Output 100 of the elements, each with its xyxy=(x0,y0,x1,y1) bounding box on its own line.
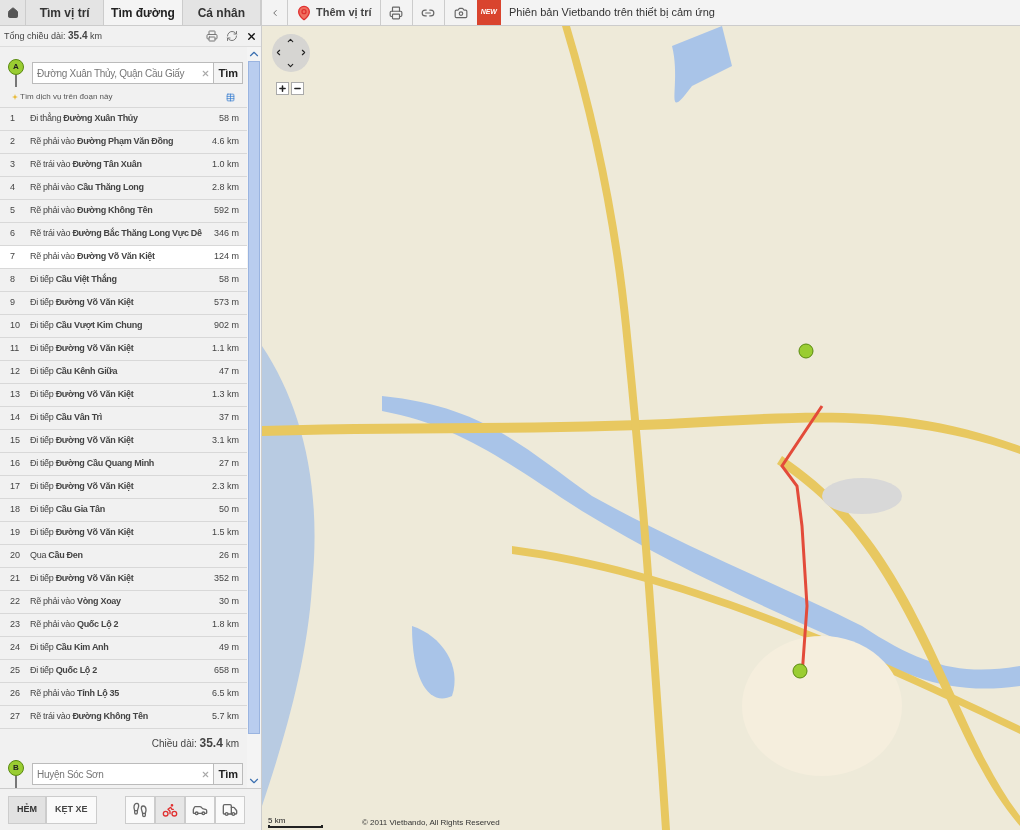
step-instruction: Rẽ phải vào Đường Không Tên xyxy=(29,204,154,218)
step-distance: 27 m xyxy=(218,457,240,471)
search-button[interactable]: Tìm xyxy=(214,62,243,84)
step-distance: 346 m xyxy=(213,227,240,241)
step-distance: 592 m xyxy=(213,204,240,218)
step-number: 2 xyxy=(9,135,16,149)
step-number: 20 xyxy=(9,549,21,563)
step-number: 15 xyxy=(9,434,21,448)
step-number: 3 xyxy=(9,158,16,172)
scale-label: 5 km xyxy=(268,816,286,825)
travel-mode-button[interactable] xyxy=(124,795,155,824)
step-number: 8 xyxy=(9,273,16,287)
step-instruction: Đi tiếp Đường Võ Văn Kiệt xyxy=(29,480,135,494)
step-instruction: Đi tiếp Đường Cầu Quang Minh xyxy=(29,457,156,471)
location-field[interactable]: Đường Xuân Thủy, Quận Cầu Giấy xyxy=(32,62,215,84)
step-number: 23 xyxy=(9,618,21,632)
zoom-out-button[interactable] xyxy=(291,82,304,95)
step-distance: 1.3 km xyxy=(211,388,240,402)
step-number: 16 xyxy=(9,457,21,471)
step-number: 24 xyxy=(9,641,21,655)
step-number: 7 xyxy=(9,250,16,264)
step-distance: 26 m xyxy=(218,549,240,563)
step-number: 6 xyxy=(9,227,16,241)
step-distance: 58 m xyxy=(218,273,240,287)
step-number: 26 xyxy=(9,687,21,701)
step-number: 19 xyxy=(9,526,21,540)
step-instruction: Rẽ phải vào Tỉnh Lộ 35 xyxy=(29,687,120,701)
step-number: 17 xyxy=(9,480,21,494)
step-instruction: Đi tiếp Đường Võ Văn Kiệt xyxy=(29,388,135,402)
route-length: Chiều dài: 35.4 km xyxy=(151,734,239,752)
step-distance: 5.7 km xyxy=(211,710,240,724)
step-distance: 1.8 km xyxy=(211,618,240,632)
add-location-button[interactable]: Thêm vị trí xyxy=(288,0,381,25)
total-length-label: Tổng chiều dài: 35.4 km xyxy=(4,29,103,44)
step-instruction: Đi tiếp Đường Võ Văn Kiệt xyxy=(29,526,135,540)
step-distance: 50 m xyxy=(218,503,240,517)
scale-bar xyxy=(268,825,323,828)
step-instruction: Rẽ phải vào Cầu Thăng Long xyxy=(29,181,145,195)
travel-mode-button[interactable] xyxy=(184,795,215,824)
zoom-in-button[interactable] xyxy=(276,82,289,95)
promo-link[interactable]: Phiên bản Vietbando trên thiết bị cảm ứng xyxy=(508,4,715,21)
step-instruction: Đi tiếp Đường Võ Văn Kiệt xyxy=(29,434,135,448)
service-link[interactable]: Tìm dịch vụ trên đoạn này xyxy=(20,91,113,103)
step-instruction: Đi tiếp Cầu Kênh Giữa xyxy=(29,365,119,379)
star-icon xyxy=(12,94,18,100)
step-number: 21 xyxy=(9,572,21,586)
step-distance: 3.1 km xyxy=(211,434,240,448)
step-instruction: Đi tiếp Đường Võ Văn Kiệt xyxy=(29,572,135,586)
step-number: 27 xyxy=(9,710,21,724)
step-distance: 573 m xyxy=(213,296,240,310)
step-distance: 1.1 km xyxy=(211,342,240,356)
step-number: 11 xyxy=(9,342,21,356)
step-distance: 58 m xyxy=(218,112,240,126)
step-instruction: Rẽ phải vào Đường Võ Văn Kiệt xyxy=(29,250,156,264)
print-icon[interactable] xyxy=(206,30,218,42)
step-number: 22 xyxy=(9,595,21,609)
refresh-icon[interactable] xyxy=(226,30,238,42)
travel-mode-button[interactable] xyxy=(154,795,185,824)
location-field[interactable]: Huyện Sóc Sơn xyxy=(32,763,215,785)
step-number: 1 xyxy=(9,112,16,126)
print-icon xyxy=(389,5,404,20)
step-distance: 658 m xyxy=(213,664,240,678)
step-number: 13 xyxy=(9,388,21,402)
step-instruction: Rẽ trái vào Đường Bắc Thăng Long Vực Dê xyxy=(29,227,203,241)
step-distance: 2.3 km xyxy=(211,480,240,494)
step-distance: 47 m xyxy=(218,365,240,379)
travel-mode-button[interactable] xyxy=(214,795,245,824)
table-icon[interactable] xyxy=(226,92,235,102)
copyright-text: © 2011 Vietbando, All Rights Reserved xyxy=(362,817,500,829)
truck-icon xyxy=(221,801,238,818)
step-instruction: Rẽ phải vào Quốc Lộ 2 xyxy=(29,618,120,632)
step-number: 9 xyxy=(9,296,16,310)
step-instruction: Đi tiếp Cầu Gia Tân xyxy=(29,503,106,517)
plus-icon xyxy=(278,84,287,93)
step-instruction: Đi thẳng Đường Xuân Thủy xyxy=(29,112,139,126)
step-distance: 352 m xyxy=(213,572,240,586)
step-instruction: Đi tiếp Quốc Lộ 2 xyxy=(29,664,98,678)
step-distance: 30 m xyxy=(218,595,240,609)
step-instruction: Đi tiếp Đường Võ Văn Kiệt xyxy=(29,296,135,310)
tab[interactable]: Tìm đường xyxy=(104,0,183,25)
home-icon xyxy=(6,6,19,19)
close-icon[interactable] xyxy=(246,30,257,42)
step-instruction: Đi tiếp Cầu Việt Thắng xyxy=(29,273,118,287)
step-number: 18 xyxy=(9,503,21,517)
step-instruction: Rẽ phải vào Vòng Xoay xyxy=(29,595,122,609)
direction-row[interactable]: 7 Rẽ phải vào Đường Võ Văn Kiệt 124 m xyxy=(0,245,247,268)
route-option-button[interactable]: HẺM xyxy=(8,795,46,824)
route-option-button[interactable]: KẸT XE xyxy=(46,795,97,824)
step-distance: 1.0 km xyxy=(211,158,240,172)
step-instruction: Rẽ phải vào Đường Phạm Văn Đồng xyxy=(29,135,175,149)
step-instruction: Đi tiếp Cầu Kim Anh xyxy=(29,641,110,655)
step-distance: 6.5 km xyxy=(211,687,240,701)
step-number: 14 xyxy=(9,411,21,425)
camera-icon xyxy=(453,5,468,20)
search-button[interactable]: Tìm xyxy=(214,763,243,785)
step-instruction: Đi tiếp Đường Võ Văn Kiệt xyxy=(29,342,135,356)
step-instruction: Đi tiếp Cầu Vân Trì xyxy=(29,411,103,425)
step-distance: 2.8 km xyxy=(211,181,240,195)
step-number: 12 xyxy=(9,365,21,379)
step-instruction: Đi tiếp Cầu Vượt Kim Chung xyxy=(29,319,144,333)
